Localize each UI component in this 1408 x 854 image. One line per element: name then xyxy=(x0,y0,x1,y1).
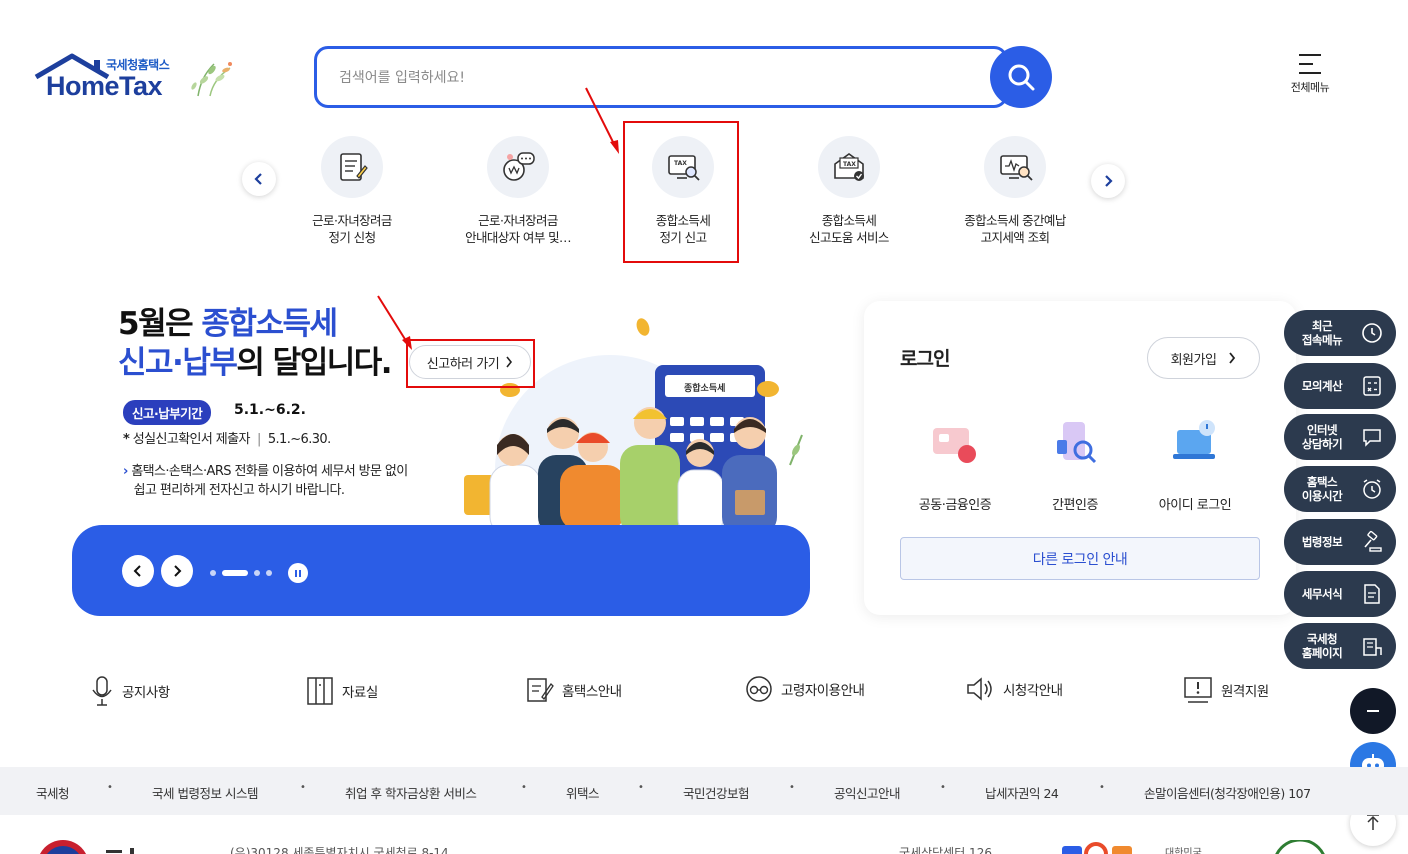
quick-item-label: 근로·자녀장려금 안내대상자 여부 및… xyxy=(465,213,571,245)
side-tax-forms[interactable]: 세무서식 xyxy=(1284,571,1396,617)
glasses-icon xyxy=(746,676,772,702)
footer-korea-label: 대한민국 xyxy=(1165,848,1202,854)
tax-check-icon: TAX xyxy=(818,136,880,198)
side-law-info[interactable]: 법령정보 xyxy=(1284,519,1396,565)
id-login-button[interactable]: 아이디 로그인 xyxy=(1140,416,1250,513)
login-panel: 로그인 회원가입 공동·금융인증 간편인증 아이디 로그인 다른 로그인 안내 xyxy=(864,301,1296,615)
footer-link[interactable]: 납세자권익 24 xyxy=(985,783,1059,802)
archive-icon xyxy=(307,677,333,705)
microphone-icon xyxy=(92,676,112,706)
separator-dot: • xyxy=(940,782,946,793)
banner-headline: 5월은 종합소득세 신고·납부의 달입니다. xyxy=(118,306,393,381)
cert-login-button[interactable]: 공동·금융인증 xyxy=(900,416,1010,513)
footer-link[interactable]: 위택스 xyxy=(566,783,600,802)
call-center-126-logo xyxy=(1062,842,1132,854)
quick-menu-prev-button[interactable] xyxy=(242,162,276,196)
banner-control-bar xyxy=(72,525,810,616)
pagination-dot[interactable] xyxy=(254,570,260,576)
svg-text:TAX: TAX xyxy=(843,161,856,168)
pagination-dot[interactable] xyxy=(210,570,216,576)
side-nts-homepage[interactable]: 국세청 홈페이지 xyxy=(1284,623,1396,669)
pagination-dot-active[interactable] xyxy=(222,570,248,576)
hometax-main-page: 국세청홈택스 HomeTax 전체메뉴 xyxy=(0,0,1408,854)
money-chat-icon xyxy=(487,136,549,198)
footer-link[interactable]: 취업 후 학자금상환 서비스 xyxy=(345,783,477,802)
chat-icon xyxy=(1363,429,1381,447)
login-title: 로그인 xyxy=(900,348,950,370)
chevron-left-icon xyxy=(133,565,141,577)
document-icon xyxy=(1364,584,1380,604)
form-edit-icon xyxy=(321,136,383,198)
alarm-clock-icon xyxy=(1363,479,1381,499)
audiovisual-guide-link[interactable]: 시청각안내 xyxy=(965,675,1063,703)
svg-text:종합소득세: 종합소득세 xyxy=(684,382,725,394)
side-mock-calc[interactable]: 모의계산 xyxy=(1284,363,1396,409)
quick-menu-next-button[interactable] xyxy=(1091,164,1125,198)
annotation-highlight-box xyxy=(623,121,739,263)
guide-edit-icon xyxy=(527,678,554,702)
chevron-right-icon xyxy=(1229,352,1236,364)
gavel-icon xyxy=(1364,530,1382,552)
certificate-card-icon xyxy=(933,428,976,463)
id-login-icon xyxy=(1173,420,1215,459)
side-online-counsel[interactable]: 인터넷 상담하기 xyxy=(1284,414,1396,460)
simple-auth-icon xyxy=(1057,422,1097,464)
side-recent-menu[interactable]: 최근 접속메뉴 xyxy=(1284,310,1396,356)
notice-link[interactable]: 공지사항 xyxy=(90,675,170,707)
footer-address: (우)30128 세종특별자치시 국세청로 8-14 xyxy=(230,846,449,854)
period-badge: 신고·납부기간 xyxy=(123,400,212,425)
chevron-left-icon xyxy=(254,173,262,185)
archive-link[interactable]: 자료실 xyxy=(306,675,378,707)
annotation-highlight-box xyxy=(406,339,535,388)
banner-prev-button[interactable] xyxy=(122,555,154,587)
collapse-side-menu-button[interactable] xyxy=(1350,688,1396,734)
chevron-right-icon xyxy=(1105,175,1113,187)
period-value: 5.1.~6.2. xyxy=(234,402,306,418)
separator-dot: • xyxy=(638,782,644,793)
certification-seal-icon xyxy=(1275,840,1325,854)
quick-item-interim-prepayment[interactable]: 종합소득세 중간예납 고지세액 조회 xyxy=(940,136,1090,246)
footer-link[interactable]: 국세청 xyxy=(36,783,70,802)
quick-item-income-tax-help[interactable]: TAX 종합소득세 신고도움 서비스 xyxy=(774,136,924,246)
simple-auth-button[interactable]: 간편인증 xyxy=(1020,416,1130,513)
speaker-icon xyxy=(967,677,992,701)
building-icon xyxy=(1363,638,1382,656)
quick-item-label: 근로·자녀장려금 정기 신청 xyxy=(312,213,392,245)
separator-dot: • xyxy=(521,782,527,793)
nts-emblem-icon xyxy=(39,840,134,854)
banner-pause-button[interactable] xyxy=(288,563,308,583)
other-login-guide-button[interactable]: 다른 로그인 안내 xyxy=(900,537,1260,580)
minus-icon xyxy=(1367,710,1379,712)
monitor-search-icon xyxy=(984,136,1046,198)
separator-dot: • xyxy=(1099,782,1105,793)
footer-link[interactable]: 공익신고안내 xyxy=(834,783,901,802)
separator-dot: • xyxy=(300,782,306,793)
hometax-guide-link[interactable]: 홈택스안내 xyxy=(526,675,622,705)
chevron-right-icon xyxy=(174,565,182,577)
clock-icon xyxy=(1362,323,1382,343)
banner-note-a: * 성실신고확인서 제출자 | 5.1.~6.30. xyxy=(123,432,331,447)
separator-dot: • xyxy=(107,782,113,793)
senior-guide-link[interactable]: 고령자이용안내 xyxy=(745,675,865,703)
quick-item-work-incentive-apply[interactable]: 근로·자녀장려금 정기 신청 xyxy=(277,136,427,246)
separator-dot: • xyxy=(789,782,795,793)
calculator-icon xyxy=(1363,376,1381,396)
quick-item-label: 종합소득세 중간예납 고지세액 조회 xyxy=(964,213,1066,245)
banner-next-button[interactable] xyxy=(161,555,193,587)
footer-call-center: 국세상담센터 126 xyxy=(899,846,992,854)
footer-link[interactable]: 국세 법령정보 시스템 xyxy=(152,783,258,802)
remote-support-link[interactable]: 원격지원 xyxy=(1183,675,1269,705)
quick-item-work-incentive-target[interactable]: 근로·자녀장려금 안내대상자 여부 및… xyxy=(443,136,593,246)
banner-note-b: › 홈택스·손택스·ARS 전화를 이용하여 세무서 방문 없이 쉽고 편리하게… xyxy=(123,464,408,498)
footer-link[interactable]: 손말이음센터(청각장애인용) 107 xyxy=(1144,783,1311,802)
quick-item-label: 종합소득세 신고도움 서비스 xyxy=(809,213,889,245)
footer-link[interactable]: 국민건강보험 xyxy=(683,783,750,802)
banner-pagination xyxy=(210,570,272,576)
pagination-dot[interactable] xyxy=(266,570,272,576)
side-service-hours[interactable]: 홈택스 이용시간 xyxy=(1284,466,1396,512)
signup-button[interactable]: 회원가입 xyxy=(1147,337,1260,379)
arrow-up-icon xyxy=(1367,814,1379,830)
remote-monitor-icon xyxy=(1184,677,1212,703)
